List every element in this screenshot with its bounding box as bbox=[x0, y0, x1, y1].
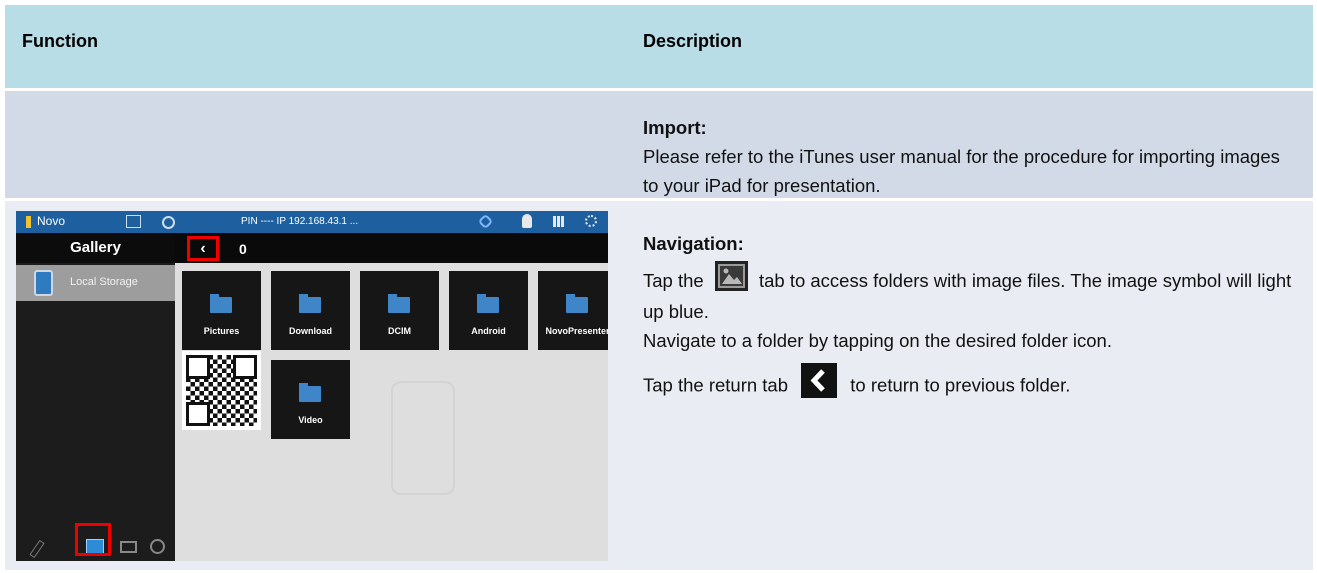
folder-icon bbox=[210, 294, 232, 313]
import-text: Please refer to the iTunes user manual f… bbox=[643, 146, 1280, 196]
folder-icon bbox=[299, 383, 321, 402]
sidebar-item-local-storage[interactable]: Local Storage bbox=[16, 265, 175, 301]
app-name: Novo bbox=[37, 214, 66, 228]
globe-icon[interactable] bbox=[150, 539, 165, 554]
sidebar-item-label: Local Storage bbox=[70, 276, 138, 288]
folder-tile[interactable]: DCIM bbox=[360, 271, 439, 350]
return-prefix-text: Tap the return tab bbox=[643, 374, 789, 396]
tablet-icon bbox=[34, 270, 53, 296]
image-tab-highlight bbox=[75, 523, 111, 556]
import-title: Import: bbox=[643, 117, 707, 138]
novo-watermark-icon bbox=[391, 381, 455, 495]
folder-label: NovoPresenter bbox=[545, 326, 608, 336]
folder-tile[interactable]: Download bbox=[271, 271, 350, 350]
folder-tab-icon[interactable] bbox=[120, 541, 137, 553]
folder-tile[interactable]: Video bbox=[271, 360, 350, 439]
folder-icon bbox=[477, 294, 499, 313]
folder-tile[interactable]: NovoPresenter bbox=[538, 271, 608, 350]
link-icon[interactable] bbox=[477, 213, 494, 230]
pin-ip-status: PIN ---- IP 192.168.43.1 ... bbox=[241, 216, 359, 227]
table-header-row: Function Description bbox=[5, 5, 1313, 91]
screen-icon[interactable] bbox=[126, 215, 141, 228]
navigate-folder-text: Navigate to a folder by tapping on the d… bbox=[643, 330, 1112, 352]
folder-icon bbox=[566, 294, 588, 313]
folder-count: 0 bbox=[239, 241, 247, 257]
import-function-cell bbox=[5, 91, 621, 198]
return-suffix-text: to return to previous folder. bbox=[850, 374, 1071, 396]
back-button[interactable]: ‹ bbox=[187, 236, 219, 261]
import-description-cell: Import: Please refer to the iTunes user … bbox=[621, 91, 1313, 198]
navigation-row: Novo PIN ---- IP 192.168.43.1 ... Galler… bbox=[5, 201, 1313, 570]
import-row: Import: Please refer to the iTunes user … bbox=[5, 91, 1313, 201]
folder-tile[interactable]: Android bbox=[449, 271, 528, 350]
back-chevron-icon bbox=[801, 363, 838, 399]
pen-icon[interactable] bbox=[29, 539, 45, 559]
function-description-table: Function Description Import: Please refe… bbox=[5, 5, 1313, 570]
settings-icon[interactable] bbox=[585, 215, 597, 227]
folder-icon bbox=[299, 294, 321, 313]
sidebar: Gallery Local Storage bbox=[16, 233, 175, 561]
novo-app-screenshot: Novo PIN ---- IP 192.168.43.1 ... Galler… bbox=[16, 211, 608, 561]
gallery-title: Gallery bbox=[16, 233, 175, 263]
tap-the-text: Tap the bbox=[643, 270, 704, 291]
folder-icon bbox=[388, 294, 410, 313]
folder-label: Video bbox=[298, 415, 323, 425]
folder-tile[interactable]: Pictures bbox=[182, 271, 261, 350]
navigation-description-cell: Navigation: Tap the tab to access folder… bbox=[621, 201, 1313, 570]
android-icon[interactable] bbox=[522, 214, 532, 228]
novo-logo-icon bbox=[26, 216, 31, 228]
folder-label: Pictures bbox=[203, 326, 240, 336]
image-tab-inline-icon bbox=[714, 261, 748, 292]
navigation-title: Navigation: bbox=[643, 233, 744, 254]
folder-label: Android bbox=[471, 326, 506, 336]
folder-label: DCIM bbox=[388, 326, 411, 336]
folder-label: Download bbox=[289, 326, 332, 336]
refresh-icon[interactable] bbox=[162, 216, 175, 229]
navigation-function-cell: Novo PIN ---- IP 192.168.43.1 ... Galler… bbox=[5, 201, 621, 570]
grid-icon[interactable] bbox=[553, 216, 564, 227]
header-description: Description bbox=[643, 31, 743, 51]
status-bar: Novo PIN ---- IP 192.168.43.1 ... bbox=[16, 211, 608, 233]
header-function: Function bbox=[22, 31, 98, 51]
qr-code bbox=[182, 351, 261, 430]
navigation-paragraph: Tap the tab to access folders with image… bbox=[643, 261, 1303, 326]
return-paragraph: Tap the return tab to return to previous… bbox=[643, 363, 1303, 404]
